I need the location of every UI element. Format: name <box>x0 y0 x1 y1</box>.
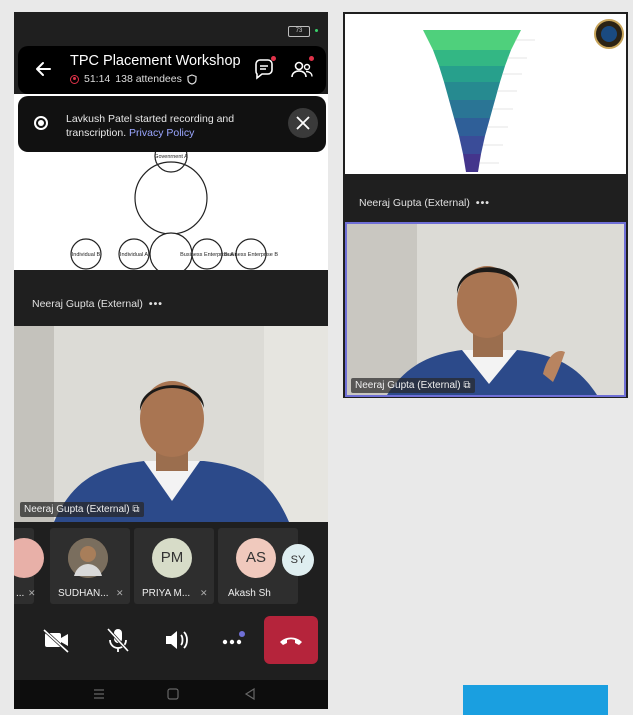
more-actions-icon[interactable] <box>214 622 250 658</box>
video-name-text-right: Neeraj Gupta (External) <box>355 380 461 391</box>
recording-icon <box>70 74 79 84</box>
participant-tile[interactable]: ... ✕ <box>14 528 44 604</box>
participant-name: PRIYA M... <box>142 588 191 599</box>
mic-off-icon[interactable] <box>100 622 136 658</box>
chat-badge <box>271 56 276 61</box>
presenter-name-row: Neeraj Gupta (External) ••• <box>32 298 163 310</box>
camera-off-icon[interactable] <box>38 622 74 658</box>
video-name-label: Neeraj Gupta (External) ⧉ <box>20 502 144 517</box>
meeting-duration: 51:14 <box>84 73 111 85</box>
more-options-icon[interactable]: ••• <box>149 298 163 310</box>
back-arrow-icon[interactable] <box>32 58 54 80</box>
chat-icon[interactable] <box>252 58 276 82</box>
participant-name: ... <box>16 588 25 599</box>
close-banner-button[interactable] <box>288 108 318 138</box>
muted-mic-icon: ✕ <box>116 588 124 598</box>
attendee-count: 138 attendees <box>115 73 182 85</box>
diagram-label-business-b: Business Enterprise B <box>224 252 278 258</box>
external-badge-icon: ⧉ <box>132 504 140 515</box>
android-nav-bar <box>14 680 328 709</box>
teams-phone-window: 73 TPC Placement Workshop 51:14 138 atte… <box>14 12 328 709</box>
recording-banner: Lavkush Patel started recording and tran… <box>18 96 326 152</box>
video-name-text: Neeraj Gupta (External) <box>24 504 130 515</box>
presenter-name-right: Neeraj Gupta (External) <box>359 197 470 209</box>
presenter-video-frame <box>14 326 328 522</box>
hang-up-icon <box>280 637 302 645</box>
diagram-label-individual-b: Individual B <box>72 252 101 258</box>
call-controls <box>14 608 328 678</box>
presenter-name-row-right: Neeraj Gupta (External) ••• <box>359 197 490 209</box>
muted-mic-icon: ✕ <box>200 588 208 598</box>
participants-badge <box>309 56 314 61</box>
avatar <box>68 538 108 578</box>
avatar: PM <box>152 538 192 578</box>
avatar: AS <box>236 538 276 578</box>
video-name-label-right: Neeraj Gupta (External) ⧉ <box>351 378 475 393</box>
diagram-label-individual-a: Individual A <box>120 252 148 258</box>
presenter-video-right[interactable]: Neeraj Gupta (External) ⧉ <box>345 222 626 397</box>
muted-mic-icon: ✕ <box>28 588 36 598</box>
participant-strip: ... ✕ SUDHAN... ✕ PM PRIYA M... ✕ AS Aka… <box>14 526 328 606</box>
second-screen: Neeraj Gupta (External) ••• Neeraj Gupta … <box>343 12 628 398</box>
avatar <box>14 538 44 578</box>
participant-tile[interactable]: SY <box>276 528 328 604</box>
status-bar: 73 <box>14 12 328 42</box>
meeting-header: TPC Placement Workshop 51:14 138 attende… <box>18 46 326 94</box>
diagram-label-government: Govenrnent A <box>154 154 188 160</box>
presenter-video[interactable]: Neeraj Gupta (External) ⧉ <box>14 326 328 522</box>
meeting-title: TPC Placement Workshop <box>70 53 241 69</box>
more-options-icon[interactable]: ••• <box>476 197 490 209</box>
avatar: SY <box>282 544 314 576</box>
funnel-graphic <box>423 19 624 172</box>
network-dot <box>315 29 318 32</box>
participant-tile[interactable]: SUDHAN... ✕ <box>50 528 130 604</box>
participant-name: Akash Sh <box>228 588 271 599</box>
external-badge-icon: ⧉ <box>463 380 471 391</box>
privacy-policy-link[interactable]: Privacy Policy <box>129 127 194 139</box>
recording-indicator-icon <box>34 116 48 130</box>
close-icon <box>296 116 310 130</box>
presenter-name: Neeraj Gupta (External) <box>32 298 143 310</box>
shield-icon <box>187 73 197 85</box>
shared-funnel-slide <box>345 14 626 174</box>
meeting-subline: 51:14 138 attendees <box>70 73 197 85</box>
participants-icon[interactable] <box>290 58 314 82</box>
participant-tile[interactable]: PM PRIYA M... ✕ <box>134 528 214 604</box>
avatar-photo <box>68 538 108 578</box>
participant-name: SUDHAN... <box>58 588 109 599</box>
battery-icon: 73 <box>288 26 310 37</box>
leave-call-button[interactable] <box>264 616 318 664</box>
android-nav-icons <box>94 687 255 701</box>
recording-message: Lavkush Patel started recording and tran… <box>66 112 266 140</box>
cta-button[interactable] <box>463 685 608 715</box>
presenter-video-right-frame <box>347 224 624 395</box>
speaker-icon[interactable] <box>158 622 194 658</box>
